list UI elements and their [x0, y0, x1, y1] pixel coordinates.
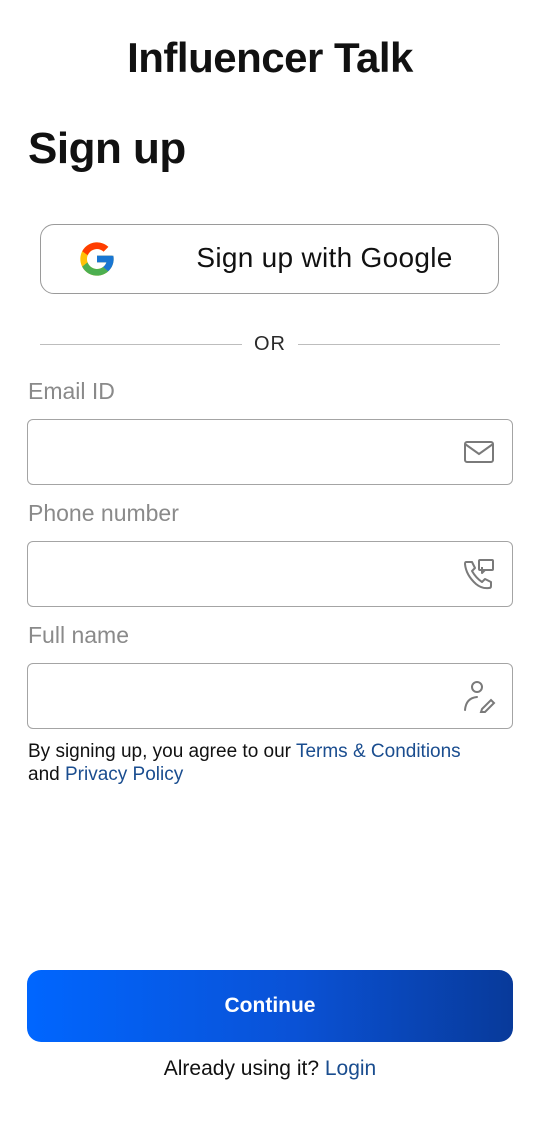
- fullname-label: Full name: [28, 622, 129, 648]
- mail-icon: [464, 441, 494, 463]
- google-signup-label: Sign up with Google: [196, 242, 453, 273]
- email-input[interactable]: [42, 420, 452, 484]
- google-signup-button[interactable]: Sign up with Google: [40, 224, 499, 294]
- divider-line-left: [40, 344, 242, 345]
- page-title: Sign up: [28, 124, 186, 173]
- divider-text: OR: [254, 333, 286, 355]
- divider-line-right: [298, 344, 500, 345]
- privacy-policy-link[interactable]: Privacy Policy: [65, 764, 183, 785]
- fullname-input[interactable]: [42, 664, 452, 728]
- or-divider: OR: [40, 332, 500, 356]
- terms-conditions-link[interactable]: Terms & Conditions: [296, 741, 461, 762]
- login-prompt-text: Already using it?: [163, 1057, 325, 1080]
- login-link[interactable]: Login: [325, 1057, 376, 1080]
- phone-field[interactable]: [27, 541, 513, 607]
- email-label: Email ID: [28, 378, 115, 404]
- terms-prefix: By signing up, you agree to our: [28, 741, 296, 762]
- phone-label: Phone number: [28, 500, 179, 526]
- terms-text: By signing up, you agree to our Terms & …: [28, 740, 508, 786]
- continue-button[interactable]: Continue: [27, 970, 513, 1042]
- phone-input[interactable]: [42, 542, 452, 606]
- phone-contact-icon: [464, 559, 494, 590]
- user-edit-icon: [464, 681, 496, 713]
- login-prompt: Already using it? Login: [0, 1057, 540, 1081]
- google-logo-icon: [80, 242, 114, 276]
- fullname-field[interactable]: [27, 663, 513, 729]
- email-field[interactable]: [27, 419, 513, 485]
- terms-and: and: [28, 764, 65, 785]
- app-title: Influencer Talk: [127, 34, 413, 81]
